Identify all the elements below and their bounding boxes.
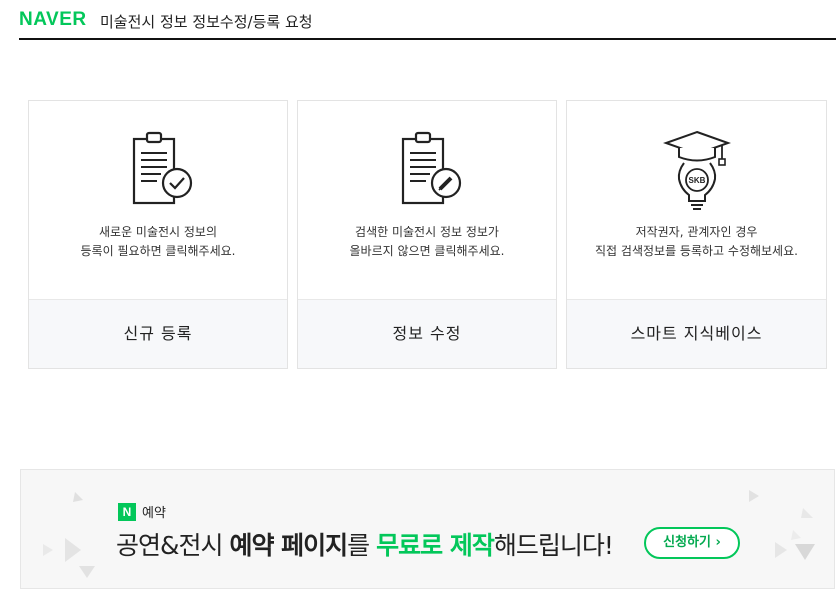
smart-knowledge-base-button[interactable]: 스마트 지식베이스 xyxy=(567,299,826,368)
decorative-triangles-left xyxy=(43,492,95,578)
page-header: NAVER 미술전시 정보 정보수정/등록 요청 xyxy=(19,0,836,40)
page-title: 미술전시 정보 정보수정/등록 요청 xyxy=(100,13,313,31)
card-description: 검색한 미술전시 정보 정보가 올바르지 않으면 클릭해주세요. xyxy=(349,225,505,258)
new-registration-button[interactable]: 신규 등록 xyxy=(29,299,287,368)
chevron-right-icon: › xyxy=(715,535,721,550)
naver-logo[interactable]: NAVER xyxy=(19,9,87,31)
reservation-label: 예약 xyxy=(142,506,166,521)
card-description: 저작권자, 관계자인 경우 직접 검색정보를 등록하고 수정해보세요. xyxy=(595,225,798,258)
graduation-bulb-icon: SKB xyxy=(662,130,731,210)
card-description: 새로운 미술전시 정보의 등록이 필요하면 클릭해주세요. xyxy=(80,225,236,258)
new-registration-card[interactable]: 새로운 미술전시 정보의 등록이 필요하면 클릭해주세요. 신규 등록 xyxy=(28,100,288,369)
edit-info-button[interactable]: 정보 수정 xyxy=(298,299,556,368)
decorative-triangles-right xyxy=(749,490,815,560)
clipboard-edit-icon xyxy=(401,131,462,205)
smart-knowledge-base-card[interactable]: SKB 저작권자, 관계자인 경우 직접 검색정보를 등록하고 수정해보세요. … xyxy=(566,100,827,369)
clipboard-check-icon xyxy=(132,131,193,205)
naver-n-icon: N xyxy=(118,502,136,521)
reservation-badge: N 예약 xyxy=(118,502,166,521)
reservation-promo-banner[interactable]: N 예약 공연&전시 예약 페이지를 무료로 제작해드립니다! 신청하기 › xyxy=(20,469,835,589)
banner-headline: 공연&전시 예약 페이지를 무료로 제작해드립니다! xyxy=(116,531,614,560)
apply-button[interactable]: 신청하기 › xyxy=(644,527,740,559)
skb-icon-text: SKB xyxy=(688,176,705,185)
edit-info-card[interactable]: 검색한 미술전시 정보 정보가 올바르지 않으면 클릭해주세요. 정보 수정 xyxy=(297,100,557,369)
